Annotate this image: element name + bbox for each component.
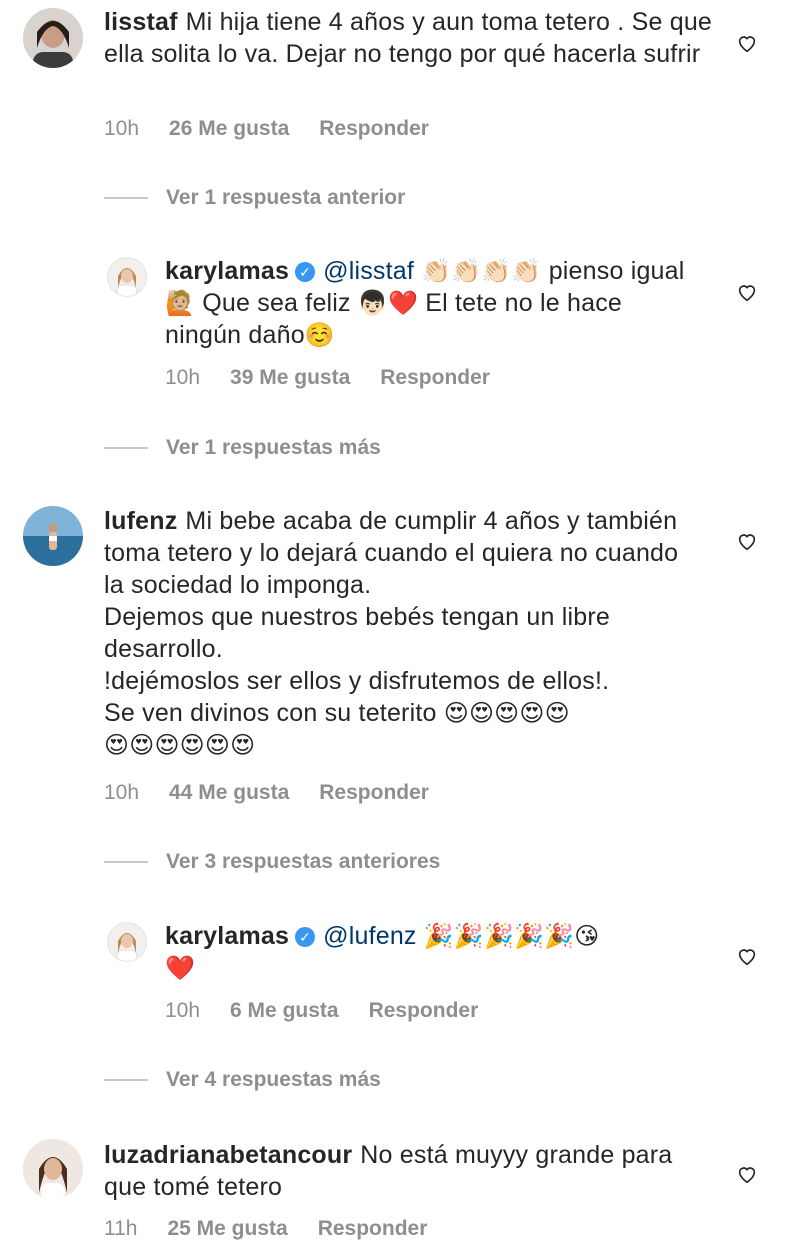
comment-meta: 10h 39 Me gusta Responder <box>165 366 520 390</box>
verified-badge-icon: ✓ <box>295 262 316 282</box>
timestamp: 10h <box>104 117 140 140</box>
comment-text: lisstaf Mi hija tiene 4 años y aun toma t… <box>104 6 714 70</box>
comment-body: Mi bebe acaba de cumplir 4 años y tambié… <box>104 507 679 599</box>
view-more-replies[interactable]: Ver 1 respuestas más <box>104 436 381 460</box>
comment-body: Dejemos que nuestros bebés tengan un lib… <box>104 603 610 663</box>
comment-text: luzadrianabetancour No está muyyy grande … <box>104 1139 704 1203</box>
divider <box>104 1079 148 1081</box>
username[interactable]: karylamas <box>165 922 289 950</box>
timestamp: 11h <box>104 1217 138 1240</box>
comment-meta: 11h 25 Me gusta Responder <box>104 1217 457 1241</box>
reply-button[interactable]: Responder <box>318 1217 428 1240</box>
likes-count[interactable]: 39 Me gusta <box>230 366 350 389</box>
username[interactable]: karylamas <box>165 257 289 285</box>
verified-badge-icon: ✓ <box>295 927 316 947</box>
comment-body: Mi hija tiene 4 años y aun toma tetero .… <box>104 8 713 68</box>
view-more-replies[interactable]: Ver 4 respuestas más <box>104 1068 381 1092</box>
avatar[interactable] <box>23 1139 83 1199</box>
likes-count[interactable]: 44 Me gusta <box>169 781 289 804</box>
divider <box>104 861 148 863</box>
emoji: 😍😍😍😍😍😍 <box>104 731 256 759</box>
reply-button[interactable]: Responder <box>380 366 490 389</box>
heart-icon[interactable] <box>736 32 758 54</box>
view-previous-replies[interactable]: Ver 1 respuesta anterior <box>104 186 405 210</box>
toggle-label: Ver 1 respuestas más <box>166 436 381 459</box>
comment-text: karylamas ✓ @lufenz 🎉🎉🎉🎉🎉😘 ❤️ <box>165 920 705 984</box>
timestamp: 10h <box>165 999 201 1022</box>
reply-button[interactable]: Responder <box>319 117 429 140</box>
heart-icon[interactable] <box>736 945 758 967</box>
emoji: 🙋🏼 <box>165 289 196 317</box>
comment-text: karylamas ✓ @lisstaf 👏🏻👏🏻👏🏻👏🏻 pienso igual… <box>165 255 705 351</box>
toggle-label: Ver 1 respuesta anterior <box>166 186 406 209</box>
toggle-label: Ver 3 respuestas anteriores <box>166 850 441 873</box>
username[interactable]: luzadrianabetancour <box>104 1141 352 1169</box>
likes-count[interactable]: 26 Me gusta <box>169 117 289 140</box>
heart-icon[interactable] <box>736 530 758 552</box>
avatar[interactable] <box>23 8 83 68</box>
mention-link[interactable]: @lufenz <box>323 922 417 950</box>
divider <box>104 197 148 199</box>
comment-body: !dejémoslos ser ellos y disfrutemos de e… <box>104 667 610 695</box>
likes-count[interactable]: 25 Me gusta <box>167 1217 287 1240</box>
heart-icon[interactable] <box>736 1163 758 1185</box>
avatar[interactable] <box>107 922 147 962</box>
timestamp: 10h <box>104 781 140 804</box>
heart-icon[interactable] <box>736 281 758 303</box>
comment-body: Que sea feliz <box>202 289 351 317</box>
reply-button[interactable]: Responder <box>319 781 429 804</box>
emoji: 👦🏻❤️ <box>357 289 419 317</box>
username[interactable]: lufenz <box>104 507 177 535</box>
comment-text: lufenz Mi bebe acaba de cumplir 4 años y … <box>104 505 704 761</box>
divider <box>104 447 148 449</box>
emoji: 👏🏻👏🏻👏🏻👏🏻 <box>421 257 542 285</box>
comment-meta: 10h 26 Me gusta Responder <box>104 117 459 141</box>
avatar[interactable] <box>23 506 83 566</box>
username[interactable]: lisstaf <box>104 8 178 36</box>
reply-button[interactable]: Responder <box>369 999 479 1022</box>
emoji: ❤️ <box>165 954 196 982</box>
emoji: 🎉🎉🎉🎉🎉😘 <box>423 922 600 950</box>
toggle-label: Ver 4 respuestas más <box>166 1068 381 1091</box>
avatar[interactable] <box>107 257 147 297</box>
comment-body: pienso igual <box>548 257 685 285</box>
emoji: 😍😍😍😍😍 <box>443 699 570 727</box>
comment-body: Se ven divinos con su teterito <box>104 699 437 727</box>
emoji: ☺️ <box>304 321 335 349</box>
timestamp: 10h <box>165 366 201 389</box>
comment-meta: 10h 44 Me gusta Responder <box>104 781 459 805</box>
mention-link[interactable]: @lisstaf <box>323 257 414 285</box>
comment-meta: 10h 6 Me gusta Responder <box>165 999 508 1023</box>
likes-count[interactable]: 6 Me gusta <box>230 999 339 1022</box>
view-previous-replies[interactable]: Ver 3 respuestas anteriores <box>104 850 440 874</box>
